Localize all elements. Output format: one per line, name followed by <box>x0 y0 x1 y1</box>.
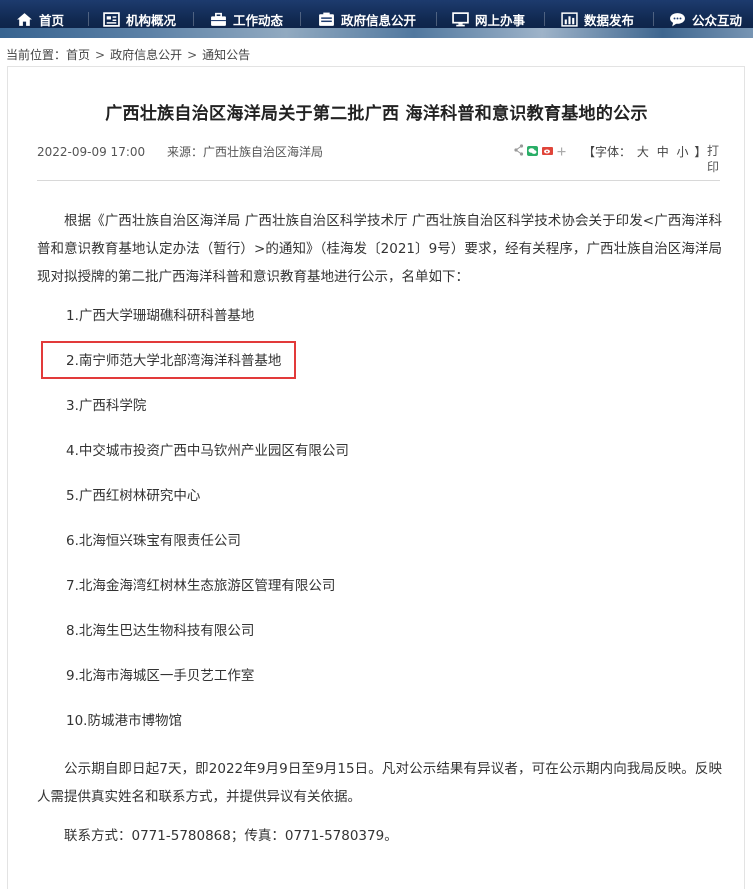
nav-wave-decoration <box>0 28 753 38</box>
article-title: 广西壮族自治区海洋局关于第二批广西 海洋科普和意识教育基地的公示 <box>105 104 648 124</box>
nav-item-label: 机构概况 <box>126 12 177 28</box>
bar-chart-icon <box>561 11 578 27</box>
article-notice-block: 公示期自即日起7天，即2022年9月9日至9月15日。凡对公示结果有异议者，可在… <box>37 755 722 811</box>
info-folder-icon <box>319 12 334 26</box>
org-chart-icon <box>103 11 120 27</box>
breadcrumb-separator: > <box>95 47 106 62</box>
nav-item-data-release[interactable]: 数据发布 <box>561 9 634 29</box>
nav-item-organization[interactable]: 机构概况 <box>103 9 176 29</box>
article-contact-block: 联系方式：0771-5780868；传真：0771-5780379。 <box>37 822 722 850</box>
font-size-label-close: 】 <box>694 145 707 159</box>
nav-item-public-interaction[interactable]: 公众互动 <box>669 9 742 29</box>
nav-item-label: 网上办事 <box>475 12 526 28</box>
nav-item-gov-info[interactable]: 政府信息公开 <box>318 9 416 29</box>
article-body: 根据《广西壮族自治区海洋局 广西壮族自治区科学技术厅 广西壮族自治区科学技术协会… <box>37 207 722 291</box>
breadcrumb-prefix: 当前位置： <box>6 48 67 62</box>
weibo-icon[interactable] <box>542 141 553 160</box>
nav-divider <box>544 12 545 26</box>
print-button[interactable]: 打印 <box>707 143 721 175</box>
speech-bubble-icon <box>670 12 685 26</box>
nav-item-work-news[interactable]: 工作动态 <box>210 9 283 29</box>
font-size-label: 【字体： <box>583 145 632 159</box>
nav-divider <box>88 12 89 26</box>
font-size-medium[interactable]: 中 <box>657 145 669 159</box>
highlight-annotation-box <box>41 341 296 379</box>
nav-item-label: 首页 <box>39 12 65 28</box>
monitor-icon <box>452 11 469 26</box>
home-icon <box>17 12 32 26</box>
nav-item-label: 政府信息公开 <box>341 12 417 28</box>
breadcrumb-home-link[interactable]: 首页 <box>66 46 90 63</box>
nav-divider <box>300 12 301 26</box>
breadcrumb-gov-info-link[interactable]: 政府信息公开 <box>110 46 182 63</box>
source-label: 来源： <box>166 145 203 159</box>
nav-divider <box>436 12 437 26</box>
more-share-icon[interactable] <box>557 141 566 160</box>
source-value: 广西壮族自治区海洋局 <box>202 145 323 159</box>
article-contact: 联系方式：0771-5780868；传真：0771-5780379。 <box>64 828 398 844</box>
nav-item-label: 数据发布 <box>584 12 635 28</box>
top-nav-bar: 首页 机构概况 工作动态 政府信息公开 网上办事 数据发布 公众互动 <box>0 0 753 38</box>
nav-item-label: 工作动态 <box>233 12 284 28</box>
font-size-control: 【字体： 大 中 小 】 <box>583 143 706 160</box>
font-size-large[interactable]: 大 <box>637 145 649 159</box>
breadcrumb: 当前位置： 首页 > 政府信息公开 > 通知公告 <box>6 46 250 63</box>
font-size-small[interactable]: 小 <box>677 145 689 159</box>
share-bar <box>514 143 566 157</box>
breadcrumb-notice-link[interactable]: 通知公告 <box>202 46 250 63</box>
article-notice: 公示期自即日起7天，即2022年9月9日至9月15日。凡对公示结果有异议者，可在… <box>37 761 722 805</box>
wechat-icon[interactable] <box>527 141 538 160</box>
nav-item-home[interactable]: 首页 <box>16 9 64 29</box>
nav-item-label: 公众互动 <box>692 12 743 28</box>
share-icon[interactable] <box>514 141 524 160</box>
nav-divider <box>193 12 194 26</box>
breadcrumb-separator: > <box>187 47 198 62</box>
article-intro: 根据《广西壮族自治区海洋局 广西壮族自治区科学技术厅 广西壮族自治区科学技术协会… <box>37 213 722 285</box>
briefcase-icon <box>211 12 226 26</box>
nav-item-online-service[interactable]: 网上办事 <box>452 9 525 29</box>
nav-divider <box>653 12 654 26</box>
publish-date: 2022-09-09 17:00 <box>37 145 146 159</box>
meta-divider <box>37 180 720 181</box>
article-meta: 2022-09-09 17:00 来源：广西壮族自治区海洋局 <box>37 143 323 160</box>
